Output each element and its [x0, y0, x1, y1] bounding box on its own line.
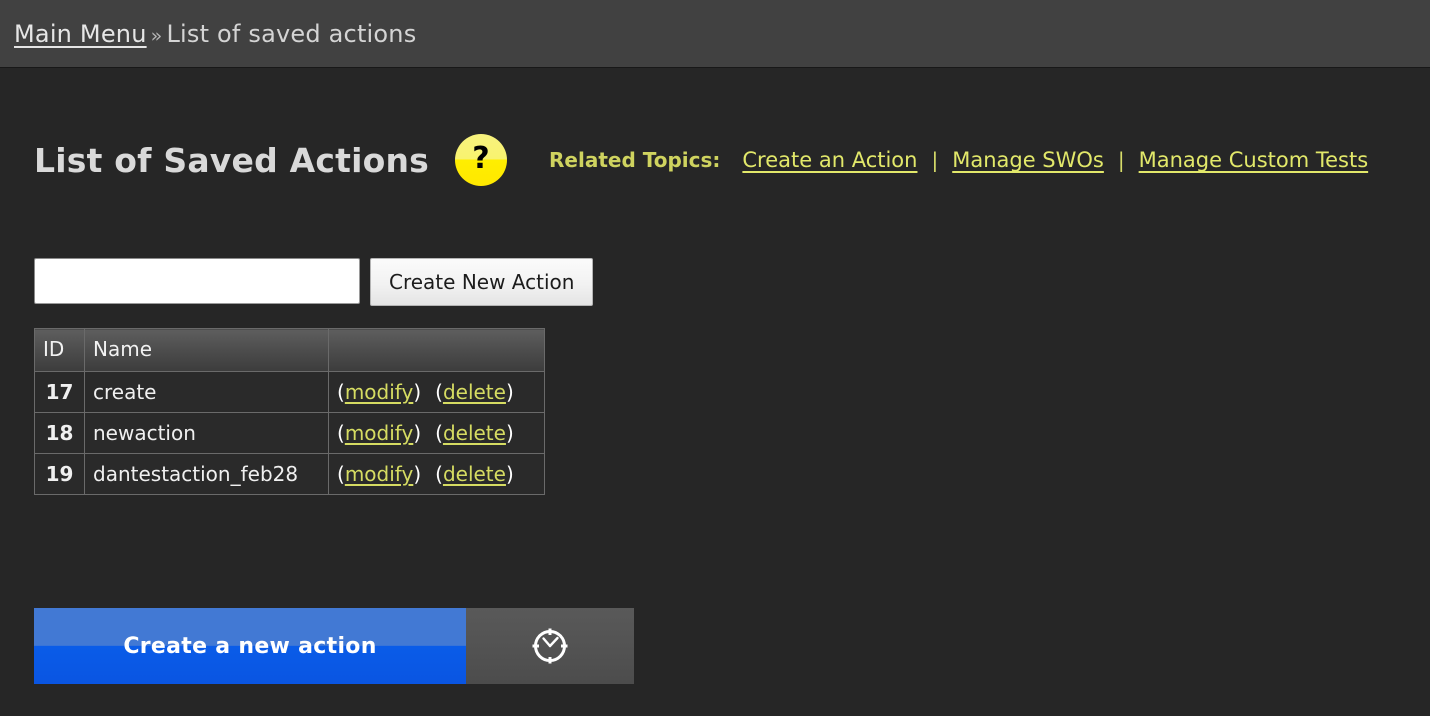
- close-paren: ): [413, 421, 422, 445]
- related-topic-link-manage-swos[interactable]: Manage SWOs: [952, 148, 1104, 172]
- related-topic-separator: |: [931, 148, 939, 172]
- breadcrumb-link-main-menu[interactable]: Main Menu: [14, 20, 147, 48]
- open-paren: (: [435, 380, 443, 404]
- cell-actions: (modify) (delete): [328, 371, 545, 413]
- cell-actions: (modify) (delete): [328, 412, 545, 454]
- cell-id: 18: [34, 412, 85, 454]
- close-paren: ): [413, 380, 422, 404]
- related-topic-link-manage-custom-tests[interactable]: Manage Custom Tests: [1139, 148, 1369, 172]
- related-topic-link-create-an-action[interactable]: Create an Action: [742, 148, 917, 172]
- table-row: 17 create (modify) (delete): [34, 371, 545, 413]
- table-header-row: ID Name: [34, 328, 545, 372]
- create-new-action-button[interactable]: Create New Action: [370, 258, 594, 306]
- create-action-row: Create New Action: [34, 258, 1430, 306]
- open-paren: (: [337, 380, 345, 404]
- related-topic-separator: |: [1117, 148, 1125, 172]
- column-header-actions: [328, 328, 545, 372]
- close-paren: ): [505, 462, 514, 486]
- open-paren: (: [435, 462, 443, 486]
- table-row: 19 dantestaction_feb28 (modify) (delete): [34, 453, 545, 495]
- related-topics-label: Related Topics:: [549, 148, 721, 172]
- breadcrumb: Main Menu» List of saved actions: [14, 20, 416, 48]
- delete-link[interactable]: delete: [443, 462, 506, 486]
- breadcrumb-current: List of saved actions: [166, 19, 417, 48]
- close-paren: ): [505, 421, 514, 445]
- breadcrumb-bar: Main Menu» List of saved actions: [0, 0, 1430, 68]
- delete-link[interactable]: delete: [443, 380, 506, 404]
- title-row: List of Saved Actions ? Related Topics: …: [34, 68, 1430, 188]
- cell-name: dantestaction_feb28: [84, 453, 329, 495]
- modify-link[interactable]: modify: [345, 421, 414, 445]
- help-icon-glyph: ?: [472, 141, 490, 176]
- main-content: List of Saved Actions ? Related Topics: …: [0, 68, 1430, 684]
- cell-actions: (modify) (delete): [328, 453, 545, 495]
- modify-link[interactable]: modify: [345, 462, 414, 486]
- related-topics: Related Topics: Create an Action | Manag…: [549, 148, 1368, 172]
- new-action-name-input[interactable]: [34, 258, 360, 304]
- close-paren: ): [505, 380, 514, 404]
- delete-link[interactable]: delete: [443, 421, 506, 445]
- close-paren: ): [413, 462, 422, 486]
- breadcrumb-separator: »: [150, 24, 163, 47]
- cell-name: create: [84, 371, 329, 413]
- column-header-id: ID: [34, 328, 85, 372]
- cell-id: 17: [34, 371, 85, 413]
- column-header-name: Name: [84, 328, 329, 372]
- page-title: List of Saved Actions: [34, 140, 429, 180]
- table-row: 18 newaction (modify) (delete): [34, 412, 545, 454]
- open-paren: (: [337, 462, 345, 486]
- clock-icon: [466, 608, 634, 684]
- open-paren: (: [435, 421, 443, 445]
- saved-actions-table: ID Name 17 create (modify) (delete) 18 ne…: [34, 328, 545, 495]
- progress-bar-fill: Create a new action: [34, 608, 466, 684]
- open-paren: (: [337, 421, 345, 445]
- modify-link[interactable]: modify: [345, 380, 414, 404]
- help-icon[interactable]: ?: [455, 134, 507, 186]
- cell-id: 19: [34, 453, 85, 495]
- create-action-progress-bar: Create a new action: [34, 608, 634, 684]
- progress-bar-label: Create a new action: [123, 633, 377, 659]
- cell-name: newaction: [84, 412, 329, 454]
